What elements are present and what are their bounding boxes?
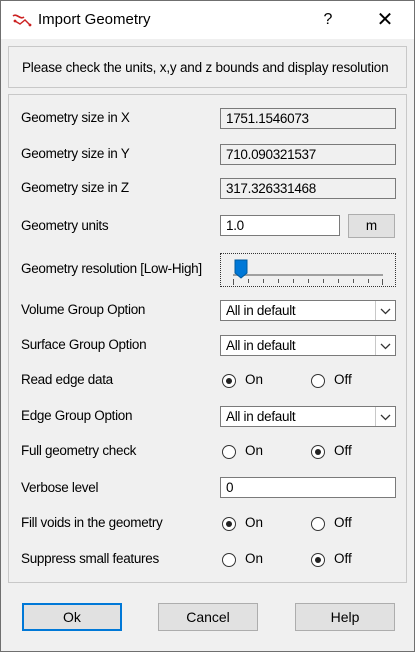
slider-track: [233, 274, 383, 276]
size-z-field: 317.326331468: [220, 178, 396, 199]
fill-voids-off-label: Off: [334, 515, 352, 530]
full-check-off-label: Off: [334, 443, 352, 458]
read-edge-off-label: Off: [334, 372, 352, 387]
slider-thumb[interactable]: [234, 259, 248, 279]
chevron-down-icon[interactable]: [375, 407, 395, 426]
edge-group-label: Edge Group Option: [21, 408, 133, 423]
chevron-down-icon[interactable]: [375, 336, 395, 355]
full-check-on-radio[interactable]: [222, 445, 236, 459]
suppress-small-on-label: On: [245, 551, 264, 566]
read-edge-off-radio[interactable]: [311, 374, 325, 388]
fill-voids-on-radio[interactable]: [222, 517, 236, 531]
size-z-label: Geometry size in Z: [21, 180, 129, 195]
cancel-button[interactable]: Cancel: [158, 603, 258, 631]
verbose-label: Verbose level: [21, 480, 99, 495]
size-y-label: Geometry size in Y: [21, 146, 130, 161]
help-button[interactable]: Help: [295, 603, 395, 631]
fill-voids-on-label: On: [245, 515, 264, 530]
read-edge-label: Read edge data: [21, 372, 113, 387]
size-x-label: Geometry size in X: [21, 110, 130, 125]
suppress-small-off-label: Off: [334, 551, 352, 566]
help-icon[interactable]: ?: [317, 9, 339, 31]
volume-group-value: All in default: [226, 303, 296, 318]
volume-group-label: Volume Group Option: [21, 302, 146, 317]
fill-voids-label: Fill voids in the geometry: [21, 515, 163, 530]
resolution-label: Geometry resolution [Low-High]: [21, 261, 202, 276]
edge-group-select[interactable]: All in default: [220, 406, 396, 427]
surface-group-value: All in default: [226, 338, 296, 353]
suppress-small-off-radio[interactable]: [311, 553, 325, 567]
surface-group-select[interactable]: All in default: [220, 335, 396, 356]
verbose-input[interactable]: 0: [220, 477, 396, 498]
import-geometry-dialog: Import Geometry ? ✕ Please check the uni…: [0, 0, 415, 652]
full-check-off-radio[interactable]: [311, 445, 325, 459]
info-message: Please check the units, x,y and z bounds…: [22, 60, 389, 75]
size-y-field: 710.090321537: [220, 144, 396, 165]
info-panel: Please check the units, x,y and z bounds…: [8, 46, 407, 88]
read-edge-on-label: On: [245, 372, 264, 387]
chevron-down-icon[interactable]: [375, 301, 395, 320]
edge-group-value: All in default: [226, 409, 296, 424]
volume-group-select[interactable]: All in default: [220, 300, 396, 321]
import-geometry-icon: [11, 12, 33, 28]
slider-ticks: [233, 279, 383, 285]
title-bar: Import Geometry ? ✕: [1, 1, 414, 39]
full-check-on-label: On: [245, 443, 264, 458]
read-edge-on-radio[interactable]: [222, 374, 236, 388]
size-x-field: 1751.1546073: [220, 108, 396, 129]
full-check-label: Full geometry check: [21, 443, 137, 458]
fill-voids-off-radio[interactable]: [311, 517, 325, 531]
unit-button[interactable]: m: [348, 214, 395, 238]
suppress-small-label: Suppress small features: [21, 551, 159, 566]
units-input[interactable]: 1.0: [220, 215, 340, 236]
window-title: Import Geometry: [38, 11, 151, 28]
ok-button[interactable]: Ok: [22, 603, 122, 631]
surface-group-label: Surface Group Option: [21, 337, 147, 352]
close-icon[interactable]: ✕: [371, 9, 399, 31]
units-label: Geometry units: [21, 218, 109, 233]
suppress-small-on-radio[interactable]: [222, 553, 236, 567]
resolution-slider[interactable]: [220, 253, 396, 287]
